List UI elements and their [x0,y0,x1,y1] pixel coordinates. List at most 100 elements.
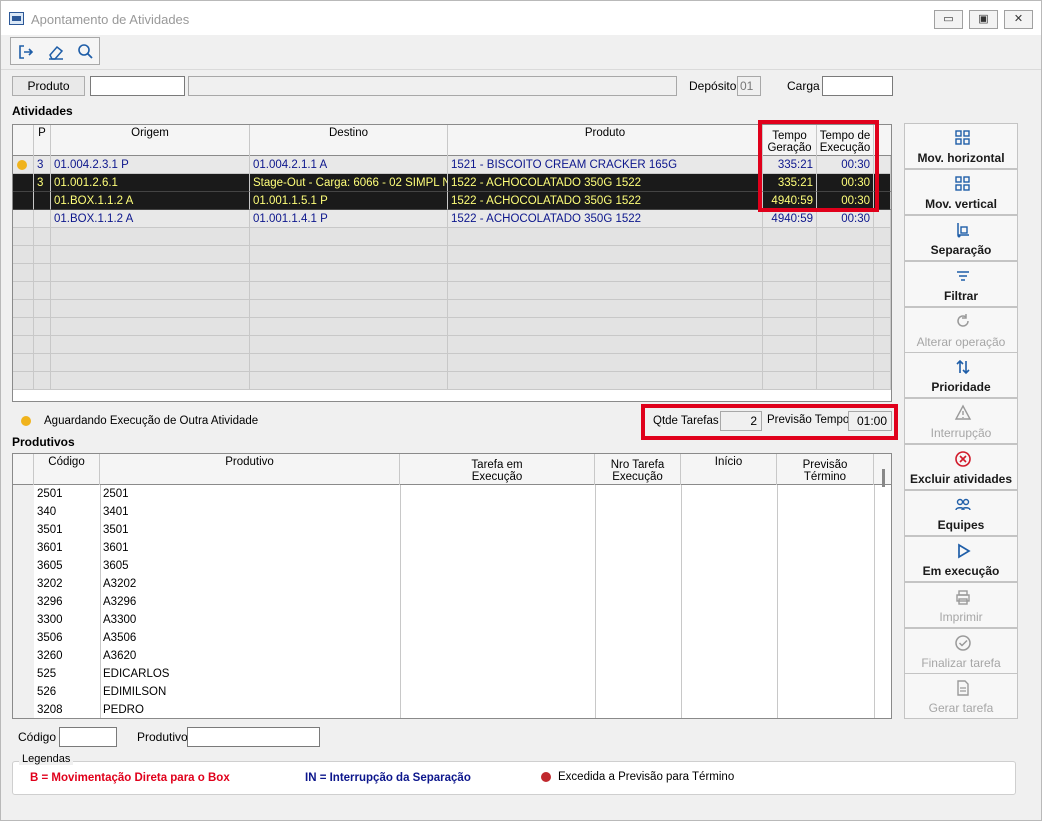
atividades-header-produto[interactable]: Produto [448,125,763,156]
printer-icon [956,590,970,605]
produtivo-cell-produtivo: A3620 [100,647,400,665]
atividade-filler-cell [874,264,891,282]
atividade-filler-cell [874,336,891,354]
atividade-cell-produto [448,318,763,336]
produtivo-row[interactable]: 3208 PEDRO [13,701,873,718]
produtivo-row[interactable]: 3300 A3300 [13,611,873,629]
produtivos-header-nro-tarefa[interactable]: Nro Tarefa Execução [595,454,681,485]
produtivo-row[interactable]: 3601 3601 [13,539,873,557]
produtivo-cell-produtivo: A3506 [100,629,400,647]
atividade-cell-produto: 1521 - BISCOITO CREAM CRACKER 165G [448,156,763,174]
produtivo-row[interactable]: 3296 A3296 [13,593,873,611]
produtivos-scroll-thumb[interactable] [882,469,885,487]
atividade-cell-produto [448,228,763,246]
action-button-label: Gerar tarefa [928,701,994,715]
app-icon [9,12,24,25]
atividade-row[interactable]: 01.BOX.1.1.2 A 01.001.1.4.1 P 1522 - ACHOC… [13,210,891,228]
close-button[interactable]: ✕ [1004,10,1033,29]
produtivo-row[interactable]: 3501 3501 [13,521,873,539]
produtivos-header-inicio[interactable]: Início [681,454,777,485]
highlight-tempo-columns [758,120,879,212]
atividade-cell-p [34,318,51,336]
minimize-button[interactable]: ▭ [934,10,963,29]
atividade-empty-row[interactable] [13,336,891,354]
produto-code-input[interactable] [90,76,185,96]
produtivos-header-produtivo[interactable]: Produtivo [100,454,400,485]
action-button-warning[interactable]: Interrupção [904,398,1018,444]
warning-icon [954,404,972,420]
atividade-empty-row[interactable] [13,372,891,390]
atividades-title: Atividades [12,104,73,118]
highlight-totals [641,404,898,440]
atividades-header-indicator [13,125,34,156]
produtivo-row[interactable]: 526 EDIMILSON [13,683,873,701]
atividade-empty-row[interactable] [13,246,891,264]
produto-button[interactable]: Produto [12,76,85,96]
exit-button[interactable] [12,40,39,63]
produtivo-filter-input[interactable] [187,727,320,747]
produtivo-cell-codigo: 3501 [34,521,100,539]
atividade-empty-row[interactable] [13,354,891,372]
action-button-sort-arrows[interactable]: Prioridade [904,352,1018,398]
search-button[interactable] [71,40,98,63]
produtivo-row[interactable]: 3605 3605 [13,557,873,575]
action-button-document[interactable]: Gerar tarefa [904,673,1018,719]
clear-button[interactable] [42,40,69,63]
action-button-grid-vertical[interactable]: Mov. vertical [904,169,1018,215]
atividade-empty-row[interactable] [13,282,891,300]
produtivo-row[interactable]: 525 EDICARLOS [13,665,873,683]
atividade-empty-row[interactable] [13,228,891,246]
atividade-cell-origem [51,354,250,372]
atividades-header-origem[interactable]: Origem [51,125,250,156]
produtivo-row[interactable]: 3260 A3620 [13,647,873,665]
action-button-play[interactable]: Em execução [904,536,1018,582]
produtivo-cell-produtivo: 2501 [100,485,400,503]
produtivo-indicator-cell [13,521,34,539]
atividade-cell-destino: Stage-Out - Carga: 6066 - 02 SIMPL NAC [250,174,448,192]
atividade-empty-row[interactable] [13,264,891,282]
atividade-empty-row[interactable] [13,318,891,336]
atividade-cell-destino [250,282,448,300]
action-button-printer[interactable]: Imprimir [904,582,1018,628]
produtivo-cell-produtivo: EDIMILSON [100,683,400,701]
action-button-delete-circle[interactable]: Excluir atividades [904,444,1018,490]
action-button-team[interactable]: Equipes [904,490,1018,536]
atividade-empty-row[interactable] [13,300,891,318]
action-button-hand-truck[interactable]: Separação [904,215,1018,261]
atividade-cell-produto [448,372,763,390]
action-button-grid-horizontal[interactable]: Mov. horizontal [904,123,1018,169]
action-button-refresh[interactable]: Alterar operação [904,307,1018,353]
atividades-header-destino[interactable]: Destino [250,125,448,156]
produtivo-row[interactable]: 3506 A3506 [13,629,873,647]
atividade-indicator-cell [13,336,34,354]
atividade-cell-produto [448,354,763,372]
produtivo-indicator-cell [13,665,34,683]
produtivos-column-divider [777,485,778,718]
action-button-filter[interactable]: Filtrar [904,261,1018,307]
action-button-check-circle[interactable]: Finalizar tarefa [904,628,1018,674]
produtivos-header-indicator [13,454,34,485]
produtivo-row[interactable]: 3202 A3202 [13,575,873,593]
produtivo-cell-codigo: 2501 [34,485,100,503]
atividade-indicator-cell [13,192,34,210]
atividade-cell-produto: 1522 - ACHOCOLATADO 350G 1522 [448,210,763,228]
check-circle-icon [955,635,971,651]
produtivos-header-tarefa[interactable]: Tarefa em Execução [400,454,595,485]
window-title: Apontamento de Atividades [31,12,190,27]
maximize-button[interactable]: ▣ [969,10,998,29]
produtivo-indicator-cell [13,575,34,593]
atividades-header-p[interactable]: P [34,125,51,156]
carga-input[interactable] [822,76,893,96]
produtivos-header-codigo[interactable]: Código [34,454,100,485]
produtivos-header-previsao[interactable]: Previsão Término [777,454,874,485]
produtivo-row[interactable]: 340 3401 [13,503,873,521]
atividade-cell-tempo-execucao: 00:30 [817,210,874,228]
atividade-indicator-cell [13,228,34,246]
produtivo-cell-produtivo: A3300 [100,611,400,629]
action-button-label: Finalizar tarefa [921,656,1001,670]
codigo-filter-input[interactable] [59,727,117,747]
atividade-cell-destino [250,336,448,354]
produtivo-row[interactable]: 2501 2501 [13,485,873,503]
atividade-cell-tempo-execucao [817,264,874,282]
atividade-indicator-cell [13,372,34,390]
